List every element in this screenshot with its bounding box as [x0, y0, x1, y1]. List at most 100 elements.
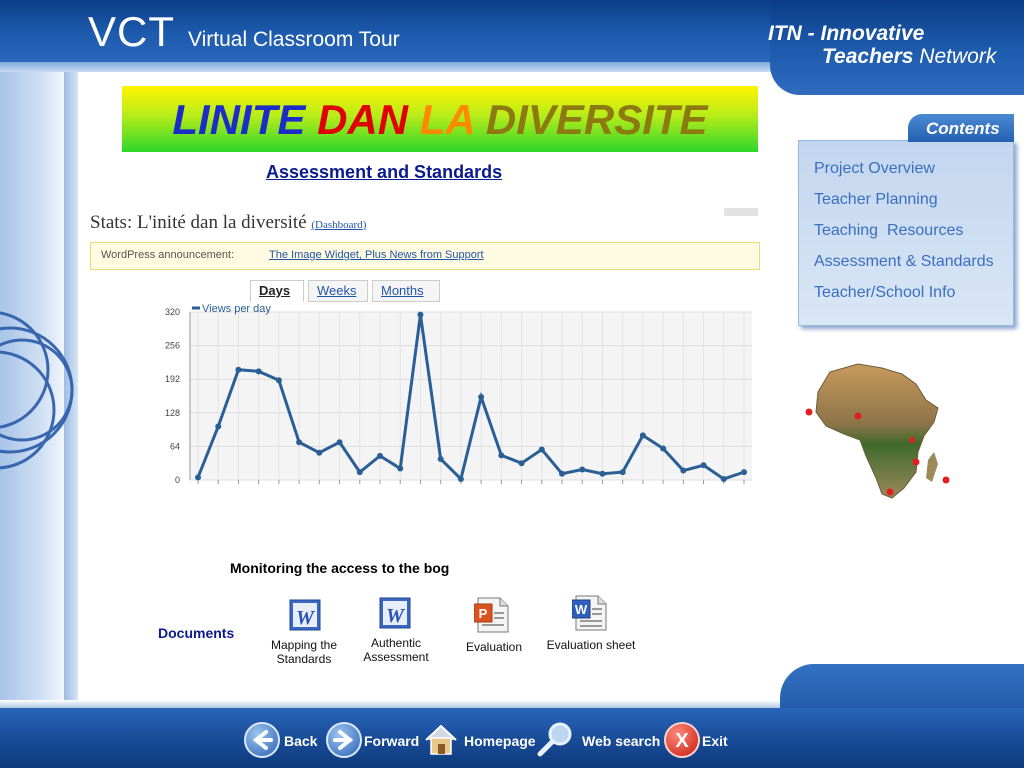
document-label-line1: Evaluation	[465, 640, 523, 654]
document-label-line1: Evaluation sheet	[546, 638, 636, 652]
chart-point	[397, 465, 404, 472]
banner-word-2: DAN	[317, 96, 409, 143]
document-label-line2: Standards	[276, 652, 332, 666]
svg-text:W: W	[575, 602, 588, 617]
contents-tab: Contents	[908, 114, 1014, 142]
vct-logo: VCT	[88, 8, 175, 55]
dashboard-link[interactable]: Dashboard	[315, 219, 363, 231]
web-search-button[interactable]: Web search	[536, 722, 660, 760]
document-mapping-standards[interactable]: W Mapping the Standards	[262, 596, 346, 668]
network-title-bold: Teachers	[822, 45, 914, 68]
chart-point	[741, 469, 747, 476]
project-title: LINITE DAN LA DIVERSITE	[122, 96, 758, 144]
tab-days[interactable]: Days	[250, 280, 304, 302]
exit-label: Exit	[702, 733, 728, 749]
close-icon: X	[664, 722, 700, 758]
chart-point	[336, 439, 343, 446]
chart-point	[296, 439, 303, 446]
announcement-label: WordPress announcement:	[101, 249, 235, 261]
network-title-line2: Teachers Network	[822, 45, 996, 69]
chart-point	[275, 377, 282, 384]
y-tick-label: 128	[165, 408, 180, 418]
page-title[interactable]: Assessment and Standards	[266, 162, 502, 183]
banner-word-3: LA	[419, 96, 475, 143]
chart-point	[559, 470, 565, 477]
y-tick-label: 320	[165, 307, 180, 317]
stats-caption: Monitoring the access to the bog	[230, 560, 450, 576]
nav-item-project-overview[interactable]: Project Overview	[814, 160, 935, 178]
word-doc-icon: W	[289, 599, 321, 631]
document-authentic-assessment[interactable]: W Authentic Assessment	[354, 594, 438, 666]
chart-point	[478, 394, 485, 401]
svg-text:X: X	[675, 730, 689, 752]
stats-title-text: Stats: L'inité dan la diversité	[90, 212, 307, 233]
chart-point	[437, 456, 444, 462]
stats-scrollbar	[724, 208, 758, 216]
web-search-label: Web search	[582, 733, 661, 749]
chart-point	[639, 432, 646, 439]
project-title-banner: LINITE DAN LA DIVERSITE	[122, 86, 758, 152]
y-tick-label: 0	[175, 475, 180, 485]
back-button[interactable]: Back	[244, 722, 324, 760]
banner-word-4: DIVERSITE	[485, 96, 708, 143]
home-icon	[425, 724, 457, 755]
chart-point	[660, 445, 667, 452]
magnifier-icon	[537, 722, 572, 757]
svg-text:W: W	[296, 607, 315, 629]
decorative-rings	[0, 311, 74, 470]
powerpoint-doc-icon: P	[474, 597, 509, 633]
chart-point	[700, 462, 707, 469]
documents-label: Documents	[158, 625, 235, 641]
top-header-highlight	[0, 62, 800, 72]
forward-button[interactable]: Forward	[326, 722, 422, 760]
forward-label: Forward	[364, 733, 420, 749]
nav-item-assessment-standards[interactable]: Assessment & Standards	[814, 253, 994, 271]
tab-weeks[interactable]: Weeks	[308, 280, 368, 302]
nav-item-teacher-school-info[interactable]: Teacher/School Info	[814, 284, 955, 302]
tab-months[interactable]: Months	[372, 280, 440, 302]
nav-item-teacher-planning[interactable]: Teacher Planning	[814, 191, 938, 209]
chart-point	[538, 446, 545, 453]
exit-button[interactable]: X Exit	[664, 722, 734, 760]
vct-logo-subtitle: Virtual Classroom Tour	[188, 28, 400, 51]
chart-point	[720, 475, 727, 482]
forward-arrow-icon	[326, 722, 362, 758]
document-evaluation-sheet[interactable]: W Evaluation sheet	[542, 594, 640, 654]
back-label: Back	[284, 733, 318, 749]
word-doc-icon: W	[379, 597, 411, 629]
chart-point	[518, 460, 525, 467]
network-title-rest: Network	[919, 45, 997, 68]
chart-point	[498, 452, 505, 459]
chart-point	[235, 366, 242, 373]
network-title-line1: ITN - Innovative	[768, 22, 925, 45]
nav-item-teaching-resources[interactable]: Teaching Resources	[814, 222, 963, 240]
svg-text:W: W	[386, 605, 405, 627]
chart-point	[619, 469, 626, 476]
stats-title: Stats: L'inité dan la diversité (Dashboa…	[90, 212, 367, 233]
y-tick-label: 192	[165, 374, 180, 384]
views-chart: 0 64 128 192 256 320 Views per day	[165, 303, 752, 485]
document-evaluation[interactable]: P Evaluation	[452, 596, 536, 656]
chart-point	[255, 368, 262, 375]
chart-point	[417, 311, 424, 318]
chart-point	[457, 475, 464, 482]
announcement-link[interactable]: The Image Widget, Plus News from Support	[269, 249, 484, 261]
contents-tab-label: Contents	[926, 119, 1000, 138]
back-arrow-icon	[244, 722, 280, 758]
y-tick-label: 256	[165, 341, 180, 351]
document-label-line1: Authentic	[370, 636, 422, 650]
document-label-line2: Assessment	[363, 650, 429, 664]
y-tick-label: 64	[170, 441, 180, 451]
chart-point	[599, 470, 606, 477]
document-label-line1: Mapping the	[270, 638, 338, 652]
legend-label: Views per day	[202, 303, 271, 315]
announcement-bar: WordPress announcement: The Image Widget…	[90, 242, 760, 270]
chart-point	[215, 423, 222, 430]
word-doc-icon: W	[572, 595, 607, 631]
svg-text:P: P	[479, 606, 488, 621]
banner-word-1: LINITE	[172, 96, 306, 143]
chart-x-ticks	[197, 480, 745, 484]
chart-point	[316, 449, 323, 456]
homepage-button[interactable]: Homepage	[422, 722, 536, 760]
africa-map-image	[805, 363, 950, 499]
